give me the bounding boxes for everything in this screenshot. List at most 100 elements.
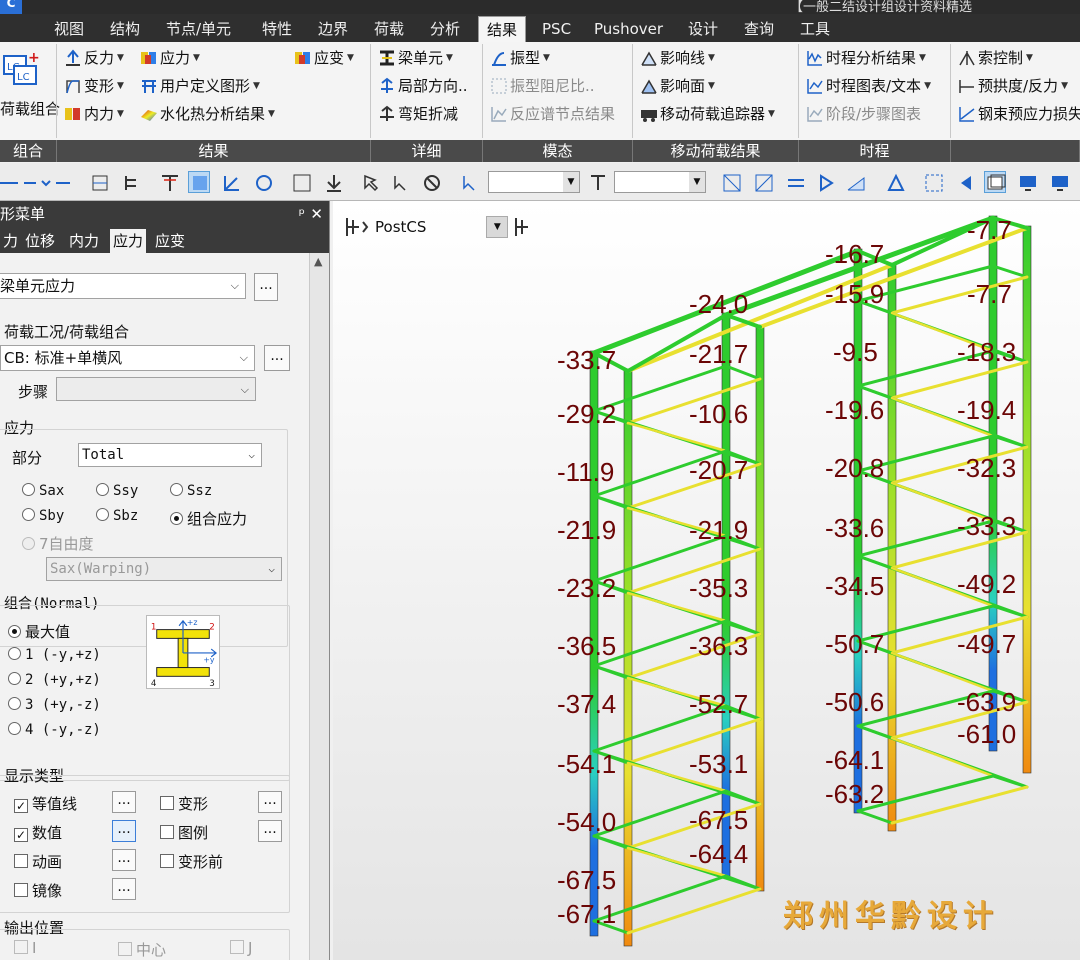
- deformation-button[interactable]: 变形 ▼: [64, 74, 124, 98]
- tab-displacement[interactable]: 位移: [22, 229, 58, 253]
- internal-force-button[interactable]: 内力 ▼: [64, 102, 124, 126]
- tb-monitor2-icon[interactable]: [1048, 171, 1070, 193]
- tb-monitor-icon[interactable]: [1016, 171, 1038, 193]
- time-history-graph-button[interactable]: 时程图表/文本 ▼: [806, 74, 931, 98]
- moment-reduction-button[interactable]: 弯矩折减: [378, 102, 458, 126]
- stress-button[interactable]: 应力 ▼: [140, 46, 200, 70]
- option-sax[interactable]: Sax: [22, 483, 64, 499]
- moving-load-tracker-button[interactable]: 移动荷载追踪器 ▼: [640, 102, 775, 126]
- model-viewport[interactable]: -16.7 -7.7 -24.0 -15.9 -7.7 -33.7 -21.7 -9.5 -18…: [333, 201, 1080, 960]
- display-contour[interactable]: ✓ 等值线: [14, 793, 77, 814]
- time-history-result-button[interactable]: 时程分析结果 ▼: [806, 46, 926, 70]
- tb-play-icon[interactable]: [814, 171, 836, 193]
- menu-tab-load[interactable]: 荷载: [366, 16, 412, 42]
- tb-view-icon[interactable]: [88, 171, 110, 193]
- option-sby[interactable]: Sby: [22, 508, 64, 524]
- beam-element-button[interactable]: 梁单元 ▼: [378, 46, 453, 70]
- tendon-loss-button[interactable]: 钢束预应力损失: [958, 102, 1080, 126]
- combo-2[interactable]: 2 (+y,+z): [8, 672, 101, 688]
- result-type-select[interactable]: 梁单元应力 ⌵: [0, 273, 246, 299]
- spectrum-node-button[interactable]: 反应谱节点结果: [490, 102, 615, 126]
- pin-icon[interactable]: ᵖ: [299, 201, 305, 227]
- user-defined-graphic-button[interactable]: 用户定义图形 ▼: [140, 74, 260, 98]
- display-mirror[interactable]: 镜像: [14, 880, 62, 901]
- menu-tab-boundary[interactable]: 边界: [310, 16, 356, 42]
- tb-fit-icon[interactable]: [290, 171, 312, 193]
- menu-tab-query[interactable]: 查询: [736, 16, 782, 42]
- close-icon[interactable]: ✕: [310, 201, 323, 227]
- tb-frame-icon[interactable]: [158, 171, 180, 193]
- tab-stress[interactable]: 应力: [110, 229, 147, 253]
- tb-cursor-icon[interactable]: [360, 171, 382, 193]
- menu-tab-structure[interactable]: 结构: [102, 16, 148, 42]
- mode-damping-button[interactable]: 振型阻尼比..: [490, 74, 595, 98]
- menu-tab-design[interactable]: 设计: [680, 16, 726, 42]
- stage-step-graph-button[interactable]: 阶段/步骤图表: [806, 102, 921, 126]
- tab-strain[interactable]: 应变: [152, 229, 188, 253]
- camber-button[interactable]: 预拱度/反力 ▼: [958, 74, 1068, 98]
- tb-render-icon[interactable]: [884, 171, 906, 193]
- step-select[interactable]: ⌵: [56, 377, 256, 401]
- display-undeformed[interactable]: 变形前: [160, 851, 223, 872]
- mirror-more-button[interactable]: ...: [112, 878, 136, 900]
- tb-window-select-icon[interactable]: [390, 171, 412, 193]
- display-animation[interactable]: 动画: [14, 851, 62, 872]
- load-combination-button[interactable]: LC LC + 荷载组合: [0, 46, 60, 120]
- display-legend[interactable]: 图例: [160, 822, 208, 843]
- menu-tab-properties[interactable]: 特性: [254, 16, 300, 42]
- part-select[interactable]: Total ⌵: [78, 443, 262, 467]
- menu-tab-analysis[interactable]: 分析: [422, 16, 468, 42]
- menu-tab-results[interactable]: 结果: [478, 16, 527, 42]
- animation-more-button[interactable]: ...: [112, 849, 136, 871]
- cable-control-button[interactable]: 索控制 ▼: [958, 46, 1033, 70]
- panel-scrollbar[interactable]: ▲: [309, 253, 329, 960]
- stage-selector[interactable]: PostCS ▼: [345, 215, 538, 239]
- output-i[interactable]: I: [14, 939, 36, 957]
- influence-surface-button[interactable]: 影响面 ▼: [640, 74, 715, 98]
- combo-1[interactable]: 1 (-y,+z): [8, 647, 101, 663]
- tb-deselect-icon[interactable]: [420, 171, 442, 193]
- menu-tab-psc[interactable]: PSC: [534, 16, 579, 42]
- output-center[interactable]: 中心: [118, 939, 166, 960]
- app-logo-icon[interactable]: C: [0, 0, 22, 14]
- tb-element-icon[interactable]: [752, 171, 774, 193]
- menu-tab-node-element[interactable]: 节点/单元: [158, 16, 239, 42]
- contour-more-button[interactable]: ...: [112, 791, 136, 813]
- tb-rotate-icon[interactable]: [252, 171, 274, 193]
- combo-max[interactable]: 最大值: [8, 621, 70, 642]
- tb-swap-icon[interactable]: [784, 171, 806, 193]
- tb-filter-icon[interactable]: [586, 171, 608, 193]
- stage-dropdown-button[interactable]: ▼: [486, 216, 509, 238]
- menu-tab-view[interactable]: 视图: [46, 16, 92, 42]
- mode-shape-button[interactable]: 振型 ▼: [490, 46, 550, 70]
- strain-button[interactable]: 应变 ▼: [294, 46, 354, 70]
- tb-tree-icon[interactable]: [120, 171, 142, 193]
- toolbar-line-icon[interactable]: [0, 175, 80, 191]
- tb-wire-icon[interactable]: [922, 171, 944, 193]
- tb-bottom-icon[interactable]: [322, 171, 344, 193]
- option-ssy[interactable]: Ssy: [96, 483, 138, 499]
- tab-internal-force[interactable]: 内力: [66, 229, 102, 253]
- load-case-more-button[interactable]: ...: [264, 345, 290, 371]
- combo-4[interactable]: 4 (-y,-z): [8, 722, 101, 738]
- hydration-result-button[interactable]: 水化热分析结果 ▼: [140, 102, 275, 126]
- option-sbz[interactable]: Sbz: [96, 508, 138, 524]
- output-j[interactable]: J: [230, 939, 252, 957]
- option-7dof[interactable]: 7自由度: [22, 533, 94, 554]
- scroll-up-icon[interactable]: ▲: [314, 255, 322, 268]
- tb-mesh-icon[interactable]: [844, 171, 866, 193]
- influence-line-button[interactable]: 影响线 ▼: [640, 46, 715, 70]
- option-combined-stress[interactable]: 组合应力: [170, 508, 247, 529]
- tab-force[interactable]: 力: [0, 229, 21, 253]
- menu-tab-pushover[interactable]: Pushover: [586, 16, 671, 42]
- display-deform[interactable]: 变形: [160, 793, 208, 814]
- legend-more-button[interactable]: ...: [258, 820, 282, 842]
- result-type-more-button[interactable]: ...: [254, 273, 278, 301]
- menu-tab-tools[interactable]: 工具: [792, 16, 838, 42]
- deform-more-button[interactable]: ...: [258, 791, 282, 813]
- tb-pointer-icon[interactable]: [458, 171, 480, 193]
- load-case-select[interactable]: CB: 标准+单横风 ⌵: [0, 345, 255, 371]
- stage-next-icon[interactable]: [514, 216, 538, 238]
- local-direction-button[interactable]: 局部方向..: [378, 74, 468, 98]
- tb-select-icon[interactable]: [188, 171, 210, 193]
